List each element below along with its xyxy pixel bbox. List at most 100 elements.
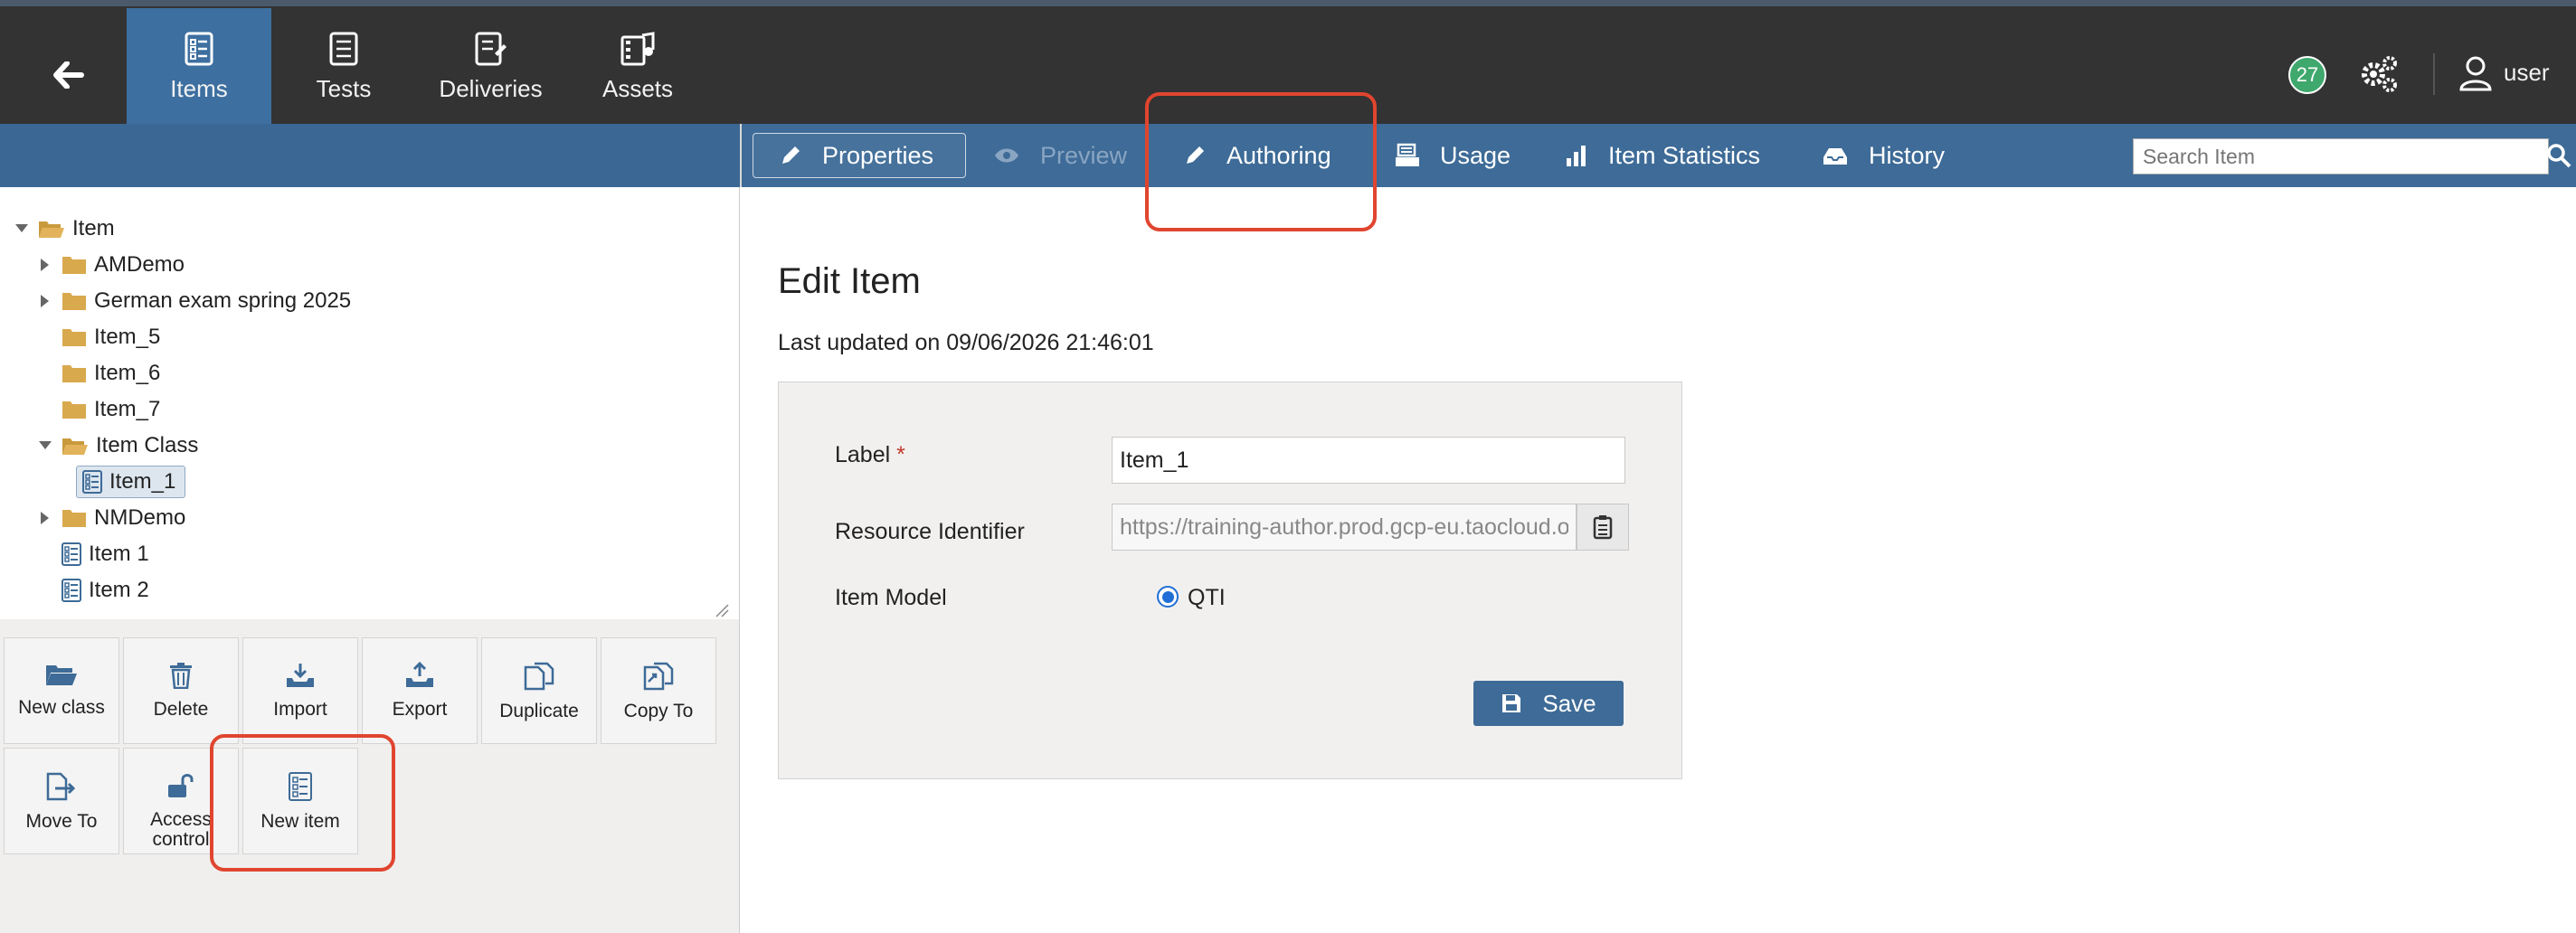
tree-label: Item_1 [109, 469, 176, 494]
tree-item-nmdemo[interactable]: NMDemo [36, 500, 185, 536]
required-marker: * [896, 442, 905, 467]
import-button[interactable]: Import [242, 637, 358, 744]
tool-label: New class [18, 697, 105, 718]
nav-tab-deliveries[interactable]: Deliveries [416, 8, 565, 126]
caret-right-icon[interactable] [36, 512, 54, 524]
tab-label: Properties [822, 141, 934, 169]
page-title: Edit Item [778, 261, 921, 301]
folder-icon [62, 291, 87, 311]
nav-tab-label: Tests [316, 74, 372, 102]
tree-item-item6[interactable]: Item_6 [36, 355, 160, 391]
resource-identifier-label: Resource Identifier [835, 519, 1025, 544]
resource-identifier-input[interactable] [1112, 504, 1577, 551]
nav-tab-label: Assets [601, 74, 674, 102]
item-model-label: Item Model [835, 585, 947, 610]
tree-label: Item_5 [94, 325, 161, 349]
tree-label: Item [72, 216, 115, 240]
label-text: Label [835, 442, 891, 467]
floppy-icon [1502, 694, 1521, 712]
search-input[interactable] [2133, 138, 2549, 174]
back-button[interactable] [36, 42, 101, 108]
main-content: Edit Item Last updated on 09/06/2026 21:… [742, 187, 2576, 933]
qti-radio[interactable] [1157, 586, 1179, 608]
export-button[interactable]: Export [362, 637, 478, 744]
tree-item-item-2[interactable]: Item 2 [36, 572, 149, 608]
tree-item-german-exam[interactable]: German exam spring 2025 [36, 283, 351, 319]
save-label: Save [1542, 689, 1596, 717]
history-icon [1823, 148, 1847, 165]
delete-button[interactable]: Delete [123, 637, 239, 744]
usage-icon [1396, 143, 1419, 166]
tab-item-statistics[interactable]: Item Statistics [1565, 133, 1760, 178]
tab-label: Item Statistics [1608, 141, 1761, 169]
arrow-left-icon [53, 61, 84, 89]
new-class-button[interactable]: New class [4, 637, 119, 744]
caret-right-icon[interactable] [36, 295, 54, 307]
tree-label: Item_7 [94, 397, 161, 421]
tab-preview[interactable]: Preview [993, 133, 1127, 178]
caret-down-icon[interactable] [13, 224, 31, 233]
nav-tab-label: Deliveries [439, 74, 543, 102]
tree-label: Item_6 [94, 361, 161, 385]
tool-label: Delete [153, 699, 209, 720]
settings-button[interactable] [2359, 54, 2399, 99]
qti-radio-label[interactable]: QTI [1188, 585, 1226, 611]
annotation-highlight-authoring [1145, 92, 1377, 231]
tree-label: AMDemo [94, 252, 185, 277]
item-icon [62, 579, 81, 602]
tab-properties[interactable]: Properties [753, 133, 966, 178]
tool-label: Move To [25, 811, 98, 832]
tab-usage[interactable]: Usage [1395, 133, 1511, 178]
deliveries-icon [475, 32, 507, 65]
nav-tab-assets[interactable]: Assets [565, 8, 710, 126]
tree-item-item7[interactable]: Item_7 [36, 391, 160, 428]
tree-label: Item 1 [89, 542, 149, 566]
bar-chart-icon [1567, 146, 1586, 166]
tree-item-item-1[interactable]: Item 1 [36, 536, 149, 572]
label-input[interactable] [1112, 437, 1625, 484]
save-button[interactable]: Save [1473, 681, 1624, 726]
nav-tab-tests[interactable]: Tests [271, 8, 416, 126]
user-icon[interactable] [2458, 55, 2493, 96]
tree-label: Item Class [96, 433, 199, 457]
panel-separator [740, 124, 742, 187]
folder-icon [62, 255, 87, 275]
tree-item-item5[interactable]: Item_5 [36, 319, 160, 355]
resource-tree: Item AMDemo German exam spring 2025 Item… [0, 187, 740, 619]
tab-label: Preview [1040, 141, 1128, 169]
caret-down-icon[interactable] [36, 441, 54, 450]
duplicate-icon [524, 662, 554, 691]
tool-label: Duplicate [499, 701, 579, 721]
duplicate-button[interactable]: Duplicate [481, 637, 597, 744]
tree-item-amdemo[interactable]: AMDemo [36, 247, 185, 283]
tab-history[interactable]: History [1822, 133, 1945, 178]
folder-icon [62, 400, 87, 419]
import-icon [287, 664, 314, 687]
nav-tab-items[interactable]: Items [127, 8, 271, 126]
folder-open-icon [38, 218, 65, 240]
folder-icon [62, 363, 87, 383]
tree-root[interactable]: Item [13, 211, 115, 247]
folder-icon [62, 327, 87, 347]
copy-to-button[interactable]: Copy To [601, 637, 716, 744]
tab-label: Usage [1440, 141, 1511, 169]
item-icon [82, 470, 102, 494]
tab-label: History [1869, 141, 1946, 169]
caret-right-icon[interactable] [36, 259, 54, 271]
copy-identifier-button[interactable] [1577, 504, 1629, 551]
user-name[interactable]: user [2504, 59, 2550, 87]
folder-icon [62, 508, 87, 528]
trash-icon [170, 663, 192, 689]
edit-form: Label * Resource Identifier Item Model Q… [778, 382, 1682, 779]
action-bar-left [0, 124, 740, 187]
annotation-highlight-new-item [210, 734, 395, 872]
search-icon[interactable] [2546, 143, 2571, 173]
move-to-button[interactable]: Move To [4, 748, 119, 854]
unlock-icon [168, 774, 194, 797]
tree-item-item1-selected[interactable]: Item_1 [76, 466, 186, 498]
tree-item-item-class[interactable]: Item Class [36, 428, 198, 464]
pencil-icon [782, 146, 800, 164]
header-divider [2433, 53, 2435, 95]
copy-to-icon [643, 662, 674, 691]
notification-badge[interactable]: 27 [2288, 56, 2326, 94]
